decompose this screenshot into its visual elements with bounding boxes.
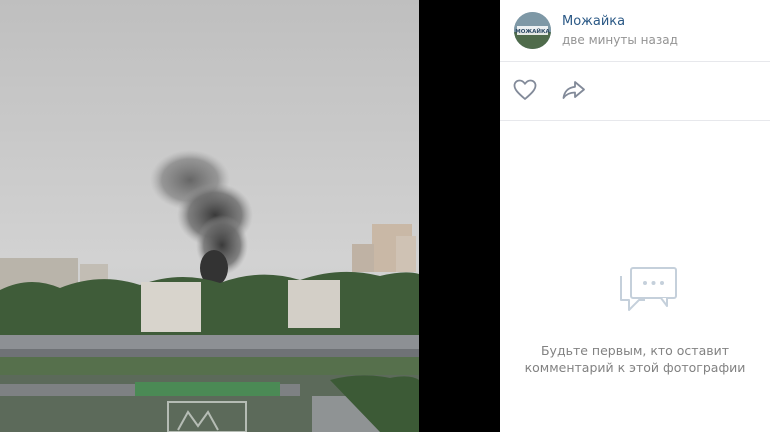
author-name[interactable]: Можайка (562, 14, 625, 29)
empty-comments-line-2: комментарий к этой фотографии (524, 360, 746, 375)
viewer-background (419, 0, 500, 432)
post-actions (500, 62, 770, 121)
avatar-text: МОЖАЙКА (515, 27, 550, 35)
share-button[interactable] (561, 79, 587, 101)
comment-bubble-icon (617, 266, 679, 324)
share-arrow-icon (562, 81, 585, 99)
post-time[interactable]: две минуты назад (562, 33, 678, 47)
empty-comments-message: Будьте первым, кто оставит комментарий к… (500, 342, 770, 376)
post-header: МОЖАЙКА Можайка две минуты назад (500, 0, 770, 62)
like-button[interactable] (513, 79, 537, 101)
photo-image (0, 0, 419, 432)
heart-icon (513, 79, 537, 100)
empty-comments-line-1: Будьте первым, кто оставит (540, 343, 730, 358)
post-sidebar: МОЖАЙКА Можайка две минуты назад Будьте … (500, 0, 770, 432)
avatar-image: МОЖАЙКА (514, 12, 551, 49)
avatar[interactable]: МОЖАЙКА (514, 12, 551, 49)
post-photo[interactable] (0, 0, 419, 432)
